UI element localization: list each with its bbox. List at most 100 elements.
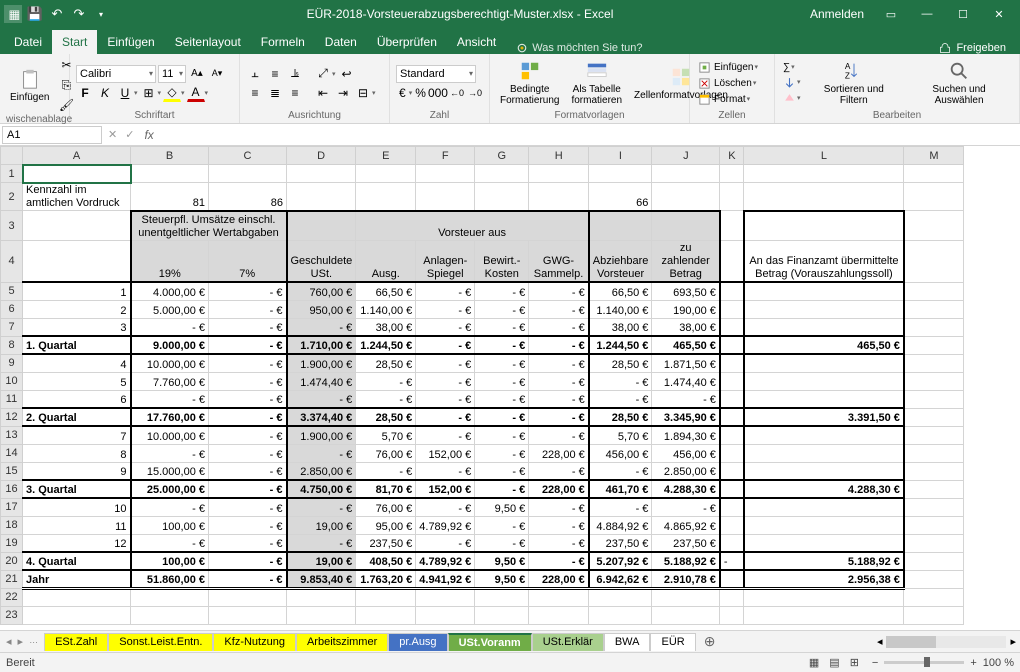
decrease-decimal-icon[interactable]: →0 bbox=[467, 84, 483, 102]
cell[interactable] bbox=[904, 552, 964, 570]
cell[interactable] bbox=[904, 165, 964, 183]
cell[interactable]: - € bbox=[287, 534, 356, 552]
cell[interactable]: - € bbox=[209, 426, 287, 444]
underline-button[interactable]: U bbox=[116, 84, 134, 102]
cell[interactable]: 7 bbox=[23, 426, 131, 444]
cell[interactable]: - € bbox=[209, 462, 287, 480]
cell[interactable]: Ausg. bbox=[356, 241, 416, 282]
row-header[interactable]: 15 bbox=[1, 462, 23, 480]
cell[interactable]: - € bbox=[209, 534, 287, 552]
cell[interactable] bbox=[744, 444, 904, 462]
cell[interactable]: 4 bbox=[23, 354, 131, 372]
cell[interactable] bbox=[416, 606, 475, 624]
cell[interactable] bbox=[131, 588, 209, 606]
cell[interactable]: - € bbox=[475, 282, 529, 300]
cell[interactable]: 950,00 € bbox=[287, 300, 356, 318]
cell[interactable]: - € bbox=[652, 390, 720, 408]
cell[interactable]: - € bbox=[416, 390, 475, 408]
cell[interactable]: 2.956,38 € bbox=[744, 570, 904, 588]
normal-view-icon[interactable]: ▦ bbox=[806, 656, 822, 669]
cell[interactable]: 19% bbox=[131, 241, 209, 282]
cell[interactable]: zu zahlender Betrag bbox=[652, 241, 720, 282]
cell[interactable] bbox=[720, 390, 744, 408]
row-header[interactable]: 11 bbox=[1, 390, 23, 408]
cell[interactable]: 9,50 € bbox=[475, 552, 529, 570]
row-header[interactable]: 9 bbox=[1, 354, 23, 372]
cell[interactable]: 100,00 € bbox=[131, 552, 209, 570]
cell[interactable]: - € bbox=[529, 354, 589, 372]
sheet-tab[interactable]: EÜR bbox=[650, 633, 695, 651]
row-header[interactable]: 8 bbox=[1, 336, 23, 354]
decrease-font-icon[interactable]: A▾ bbox=[208, 65, 226, 83]
sheet-tab[interactable]: USt.Erklär bbox=[532, 633, 604, 651]
cell[interactable]: 66 bbox=[589, 183, 652, 211]
cell[interactable]: - bbox=[720, 552, 744, 570]
font-size-combo[interactable]: 11 bbox=[158, 65, 186, 83]
cell[interactable] bbox=[744, 516, 904, 534]
cell[interactable]: - € bbox=[475, 534, 529, 552]
row-header[interactable]: 13 bbox=[1, 426, 23, 444]
cell[interactable] bbox=[131, 606, 209, 624]
cell[interactable]: - € bbox=[356, 372, 416, 390]
cell[interactable]: 1.763,20 € bbox=[356, 570, 416, 588]
cell[interactable] bbox=[744, 165, 904, 183]
wrap-text-icon[interactable]: ↩ bbox=[338, 65, 356, 83]
cell[interactable]: - € bbox=[416, 372, 475, 390]
row-header[interactable]: 16 bbox=[1, 480, 23, 498]
row-header[interactable]: 22 bbox=[1, 588, 23, 606]
cell[interactable] bbox=[287, 165, 356, 183]
cell[interactable] bbox=[475, 606, 529, 624]
cell[interactable]: Steuerpfl. Umsätze einschl. unentgeltlic… bbox=[131, 211, 287, 241]
cell[interactable]: 1.140,00 € bbox=[356, 300, 416, 318]
cell[interactable]: 228,00 € bbox=[529, 570, 589, 588]
cell[interactable]: 152,00 € bbox=[416, 480, 475, 498]
cell[interactable] bbox=[720, 606, 744, 624]
cell[interactable]: - € bbox=[131, 390, 209, 408]
cell[interactable] bbox=[356, 165, 416, 183]
cell[interactable]: 4.750,00 € bbox=[287, 480, 356, 498]
cell[interactable]: 25.000,00 € bbox=[131, 480, 209, 498]
cell[interactable] bbox=[23, 211, 131, 241]
cell[interactable] bbox=[744, 462, 904, 480]
align-center-icon[interactable]: ≣ bbox=[266, 84, 284, 102]
cell[interactable] bbox=[356, 183, 416, 211]
cell[interactable]: 2.910,78 € bbox=[652, 570, 720, 588]
cell[interactable]: - € bbox=[209, 516, 287, 534]
cell[interactable] bbox=[589, 588, 652, 606]
cell[interactable]: Kennzahl im amtlichen Vordruck bbox=[23, 183, 131, 211]
cell[interactable] bbox=[529, 588, 589, 606]
page-layout-view-icon[interactable]: ▤ bbox=[826, 656, 842, 669]
cell[interactable]: 1.244,50 € bbox=[589, 336, 652, 354]
cell[interactable]: 2 bbox=[23, 300, 131, 318]
bold-button[interactable]: F bbox=[76, 84, 94, 102]
cell[interactable]: - € bbox=[209, 480, 287, 498]
cell[interactable]: 28,50 € bbox=[356, 354, 416, 372]
cell[interactable]: - € bbox=[209, 390, 287, 408]
cell[interactable]: 3.345,90 € bbox=[652, 408, 720, 426]
row-header[interactable]: 6 bbox=[1, 300, 23, 318]
cell[interactable]: 1.244,50 € bbox=[356, 336, 416, 354]
cell[interactable]: 760,00 € bbox=[287, 282, 356, 300]
cell[interactable]: 76,00 € bbox=[356, 444, 416, 462]
cell[interactable]: Jahr bbox=[23, 570, 131, 588]
row-header[interactable]: 1 bbox=[1, 165, 23, 183]
cell[interactable]: - € bbox=[529, 534, 589, 552]
cell[interactable] bbox=[904, 444, 964, 462]
cell[interactable] bbox=[23, 165, 131, 183]
cell[interactable]: 5,70 € bbox=[589, 426, 652, 444]
cell[interactable]: 1.474,40 € bbox=[287, 372, 356, 390]
cell[interactable]: 28,50 € bbox=[589, 354, 652, 372]
row-header[interactable]: 7 bbox=[1, 318, 23, 336]
cell[interactable]: 4.789,92 € bbox=[416, 552, 475, 570]
fx-icon[interactable]: fx bbox=[138, 128, 159, 142]
col-header[interactable]: A bbox=[23, 147, 131, 165]
cell[interactable] bbox=[744, 282, 904, 300]
cell[interactable]: 95,00 € bbox=[356, 516, 416, 534]
cell[interactable] bbox=[904, 516, 964, 534]
insert-cells-button[interactable]: Einfügen ▾ bbox=[696, 60, 768, 75]
cell[interactable]: - € bbox=[475, 372, 529, 390]
cell[interactable]: 461,70 € bbox=[589, 480, 652, 498]
cell[interactable] bbox=[720, 534, 744, 552]
cell[interactable] bbox=[744, 588, 904, 606]
cell[interactable]: - € bbox=[529, 462, 589, 480]
